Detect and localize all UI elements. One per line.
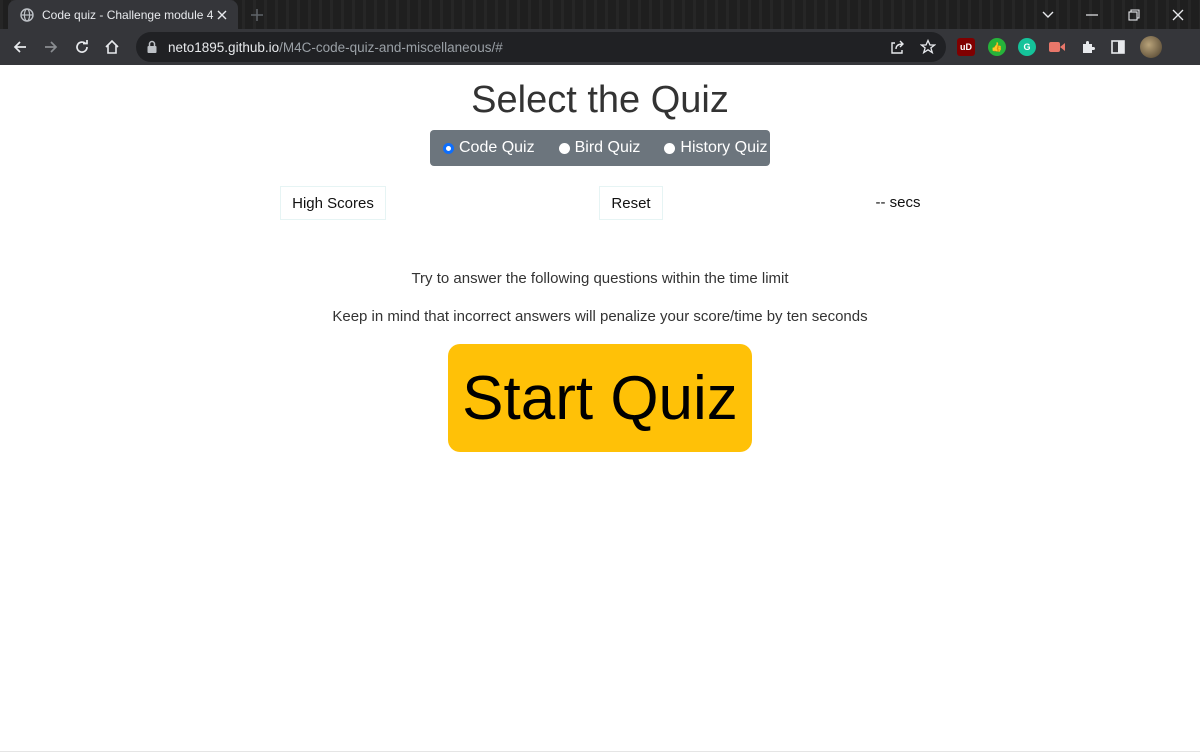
lock-icon[interactable] <box>146 40 158 54</box>
url-path: /M4C-code-quiz-and-miscellaneous/# <box>279 39 503 55</box>
profile-avatar[interactable] <box>1140 36 1162 58</box>
quiz-selector: Code Quiz Bird Quiz History Quiz <box>430 130 770 166</box>
address-bar[interactable]: neto1895.github.io/M4C-code-quiz-and-mis… <box>136 32 946 62</box>
back-arrow-icon[interactable] <box>8 35 32 59</box>
instruction-time-limit: Try to answer the following questions wi… <box>411 270 789 287</box>
ublock-origin-icon[interactable]: uD <box>957 38 975 56</box>
quiz-option-label: Bird Quiz <box>574 139 641 156</box>
quiz-option-code[interactable]: Code Quiz <box>443 139 535 157</box>
radio-button-bird[interactable] <box>558 142 570 154</box>
tab-strip: Code quiz - Challenge module 4 <box>0 0 1200 29</box>
quiz-option-history[interactable]: History Quiz <box>664 139 768 157</box>
reload-icon[interactable] <box>70 35 94 59</box>
globe-icon <box>20 7 34 22</box>
quiz-option-label: History Quiz <box>680 139 768 156</box>
side-panel-icon[interactable] <box>1109 38 1127 56</box>
thumbs-up-extension-icon[interactable]: 👍 <box>988 38 1006 56</box>
forward-arrow-icon[interactable] <box>39 35 63 59</box>
share-icon[interactable] <box>885 35 909 59</box>
page-content: Select the Quiz Code Quiz Bird Quiz Hist… <box>0 65 1200 752</box>
restore-icon[interactable] <box>1112 0 1156 29</box>
browser-tab-active[interactable]: Code quiz - Challenge module 4 <box>8 0 238 29</box>
start-quiz-button[interactable]: Start Quiz <box>448 344 752 452</box>
tab-title: Code quiz - Challenge module 4 <box>42 7 214 22</box>
timer-display: -- secs <box>875 194 921 211</box>
grammarly-icon[interactable]: G <box>1018 38 1036 56</box>
url-text: neto1895.github.io/M4C-code-quiz-and-mis… <box>168 40 503 55</box>
radio-button-code[interactable] <box>443 142 454 154</box>
video-extension-icon[interactable] <box>1048 38 1066 56</box>
home-icon[interactable] <box>100 35 124 59</box>
close-tab-icon[interactable] <box>213 6 230 24</box>
new-tab-icon[interactable] <box>248 6 266 24</box>
page-title: Select the Quiz <box>471 79 729 121</box>
tab-search-chevron-icon[interactable] <box>1026 0 1070 29</box>
instruction-penalty: Keep in mind that incorrect answers will… <box>332 308 868 325</box>
radio-button-history[interactable] <box>664 142 676 154</box>
reset-button[interactable]: Reset <box>599 186 663 220</box>
quiz-option-label: Code Quiz <box>459 139 535 156</box>
minimize-icon[interactable] <box>1070 0 1114 29</box>
close-window-icon[interactable] <box>1156 0 1200 29</box>
high-scores-button[interactable]: High Scores <box>280 186 386 220</box>
bookmark-star-icon[interactable] <box>916 35 940 59</box>
browser-toolbar: neto1895.github.io/M4C-code-quiz-and-mis… <box>0 29 1200 65</box>
quiz-option-bird[interactable]: Bird Quiz <box>558 139 641 157</box>
extensions-puzzle-icon[interactable] <box>1079 38 1097 56</box>
url-host: neto1895.github.io <box>168 39 280 55</box>
